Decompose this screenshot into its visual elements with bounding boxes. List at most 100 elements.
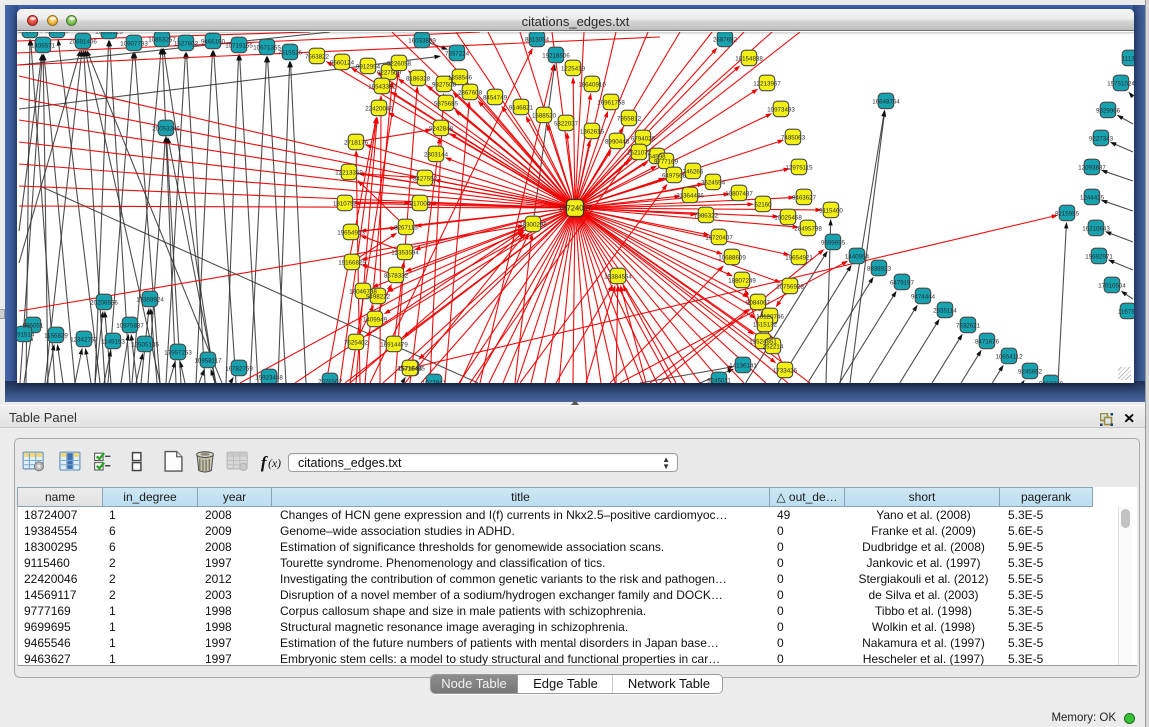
svg-text:62160: 62160 [754, 201, 772, 208]
svg-text:746266: 746266 [683, 168, 704, 175]
svg-text:9327508: 9327508 [432, 81, 457, 88]
svg-text:(x): (x) [268, 457, 281, 470]
svg-text:20691406: 20691406 [69, 38, 97, 45]
svg-text:1145193: 1145193 [101, 338, 125, 345]
svg-text:116753: 116753 [1118, 308, 1134, 315]
svg-text:9227509: 9227509 [377, 69, 402, 76]
svg-text:1527602: 1527602 [174, 40, 199, 47]
svg-text:2718176: 2718176 [344, 139, 369, 146]
svg-text:12975115: 12975115 [785, 164, 813, 171]
svg-text:5875685: 5875685 [434, 100, 459, 107]
svg-text:10688609: 10688609 [718, 254, 746, 261]
svg-text:8471676: 8471676 [975, 338, 1000, 345]
svg-text:20053346: 20053346 [152, 125, 180, 132]
svg-text:8990448: 8990448 [605, 138, 630, 145]
svg-text:18300295: 18300295 [519, 221, 547, 228]
svg-text:17359924: 17359924 [136, 296, 164, 303]
svg-text:9084067: 9084067 [746, 299, 771, 306]
svg-text:10756928: 10756928 [776, 283, 804, 290]
svg-text:8186328: 8186328 [406, 75, 431, 82]
svg-text:12213369: 12213369 [335, 169, 363, 176]
svg-text:10973493: 10973493 [767, 106, 795, 113]
svg-text:9463627: 9463627 [792, 194, 817, 201]
svg-text:995051: 995051 [23, 322, 44, 329]
svg-text:9466160: 9466160 [201, 38, 226, 45]
svg-text:16648764: 16648764 [872, 98, 900, 105]
svg-text:10853257: 10853257 [148, 36, 176, 43]
svg-text:10907793: 10907793 [120, 40, 148, 47]
svg-text:1615132: 1615132 [753, 321, 778, 328]
svg-text:15923448: 15923448 [255, 374, 283, 381]
svg-text:16120746: 16120746 [756, 313, 784, 320]
svg-text:22420046: 22420046 [365, 105, 393, 112]
svg-text:18807249: 18807249 [728, 277, 756, 284]
svg-text:12342757: 12342757 [70, 336, 98, 343]
svg-text:12505135: 12505135 [131, 341, 159, 348]
svg-text:9115460: 9115460 [819, 207, 843, 214]
svg-text:16961758: 16961758 [597, 99, 625, 106]
svg-text:15720407: 15720407 [705, 234, 733, 241]
svg-text:5226058: 5226058 [387, 60, 412, 67]
svg-text:1225419: 1225419 [561, 65, 586, 72]
svg-text:11132: 11132 [1122, 55, 1134, 62]
svg-text:3624554: 3624554 [701, 179, 726, 186]
svg-text:9245652: 9245652 [1018, 368, 1043, 375]
svg-text:8267115: 8267115 [394, 224, 418, 231]
svg-text:19654921: 19654921 [785, 254, 813, 261]
svg-text:1440954: 1440954 [845, 253, 870, 260]
svg-text:1810752: 1810752 [333, 200, 358, 207]
svg-text:19384554: 19384554 [604, 273, 632, 280]
svg-text:1733426: 1733426 [773, 367, 798, 374]
svg-text:8813054: 8813054 [525, 36, 550, 43]
svg-text:1244415: 1244415 [1080, 194, 1105, 201]
svg-text:10958117: 10958117 [194, 357, 222, 364]
svg-text:8427552: 8427552 [413, 175, 438, 182]
svg-text:2867608: 2867608 [458, 89, 483, 96]
svg-text:7986322: 7986322 [694, 212, 719, 219]
svg-text:17957253: 17957253 [164, 349, 192, 356]
svg-text:1588520: 1588520 [532, 112, 557, 119]
svg-text:12353594: 12353594 [391, 249, 419, 256]
svg-text:9245011: 9245011 [707, 377, 731, 383]
svg-text:7625402: 7625402 [344, 339, 369, 346]
svg-text:1156829: 1156829 [44, 332, 68, 339]
svg-text:19654923: 19654923 [337, 229, 365, 236]
svg-text:252214: 252214 [763, 343, 784, 350]
svg-text:1571644: 1571644 [398, 365, 423, 372]
svg-text:6479197: 6479197 [890, 279, 915, 286]
svg-text:9474444: 9474444 [911, 293, 936, 300]
svg-text:2687682: 2687682 [713, 36, 738, 43]
svg-text:1072841: 1072841 [422, 379, 447, 383]
svg-text:f: f [261, 453, 268, 472]
svg-text:21364436: 21364436 [676, 192, 704, 199]
svg-text:17010504: 17010504 [1098, 282, 1126, 289]
svg-text:14136141: 14136141 [729, 362, 757, 369]
svg-text:8215955: 8215955 [1055, 210, 1080, 217]
svg-text:19218506: 19218506 [542, 52, 570, 59]
svg-text:10025458: 10025458 [774, 214, 802, 221]
svg-text:16914479: 16914479 [380, 341, 408, 348]
svg-text:1858546: 1858546 [448, 74, 473, 81]
svg-text:6794028: 6794028 [631, 135, 656, 142]
svg-text:9155123: 9155123 [45, 32, 70, 34]
svg-text:15751024: 15751024 [1107, 80, 1134, 87]
svg-text:9329966: 9329966 [1096, 107, 1121, 114]
svg-text:9777169: 9777169 [654, 158, 679, 165]
svg-text:8454749: 8454749 [483, 94, 508, 101]
svg-text:9227343: 9227343 [1089, 135, 1114, 142]
svg-text:991514: 991514 [17, 331, 35, 338]
svg-text:10807487: 10807487 [725, 190, 753, 197]
svg-text:10719155: 10719155 [225, 42, 253, 49]
svg-text:2935114: 2935114 [933, 307, 957, 314]
svg-text:2026502: 2026502 [318, 378, 343, 383]
svg-text:16033809: 16033809 [408, 37, 436, 44]
svg-text:9146821: 9146821 [509, 104, 534, 111]
svg-text:15692971: 15692971 [1085, 253, 1113, 260]
svg-text:9463318: 9463318 [1039, 380, 1064, 383]
svg-text:5322037: 5322037 [554, 120, 579, 127]
svg-text:7663822: 7663822 [305, 53, 330, 60]
svg-text:9242848: 9242848 [429, 125, 454, 132]
svg-text:917004: 917004 [410, 200, 431, 207]
svg-text:28495798: 28495798 [794, 225, 822, 232]
svg-text:12093837: 12093837 [1078, 164, 1106, 171]
